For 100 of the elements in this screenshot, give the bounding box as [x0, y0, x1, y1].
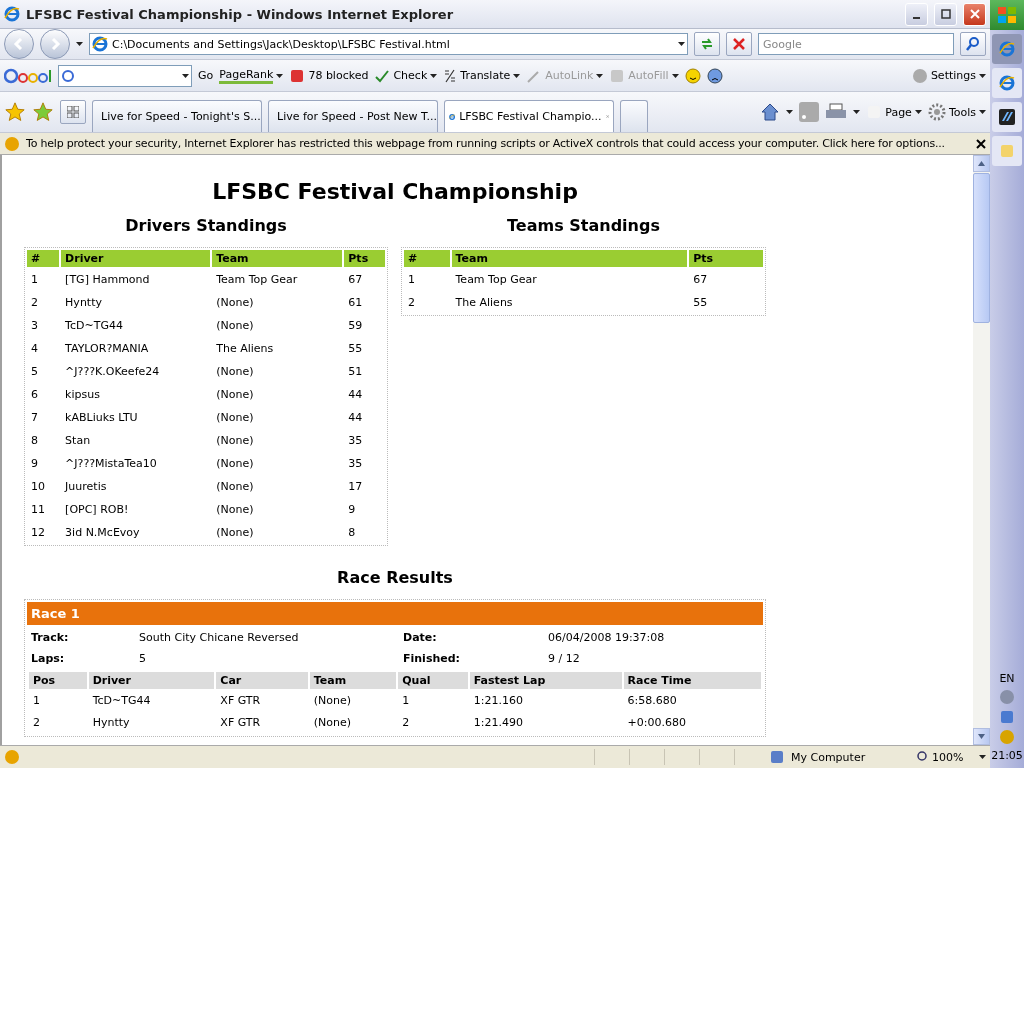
- caret-icon: [513, 73, 521, 78]
- page-title: LFSBC Festival Championship: [212, 179, 578, 204]
- star-icon[interactable]: [4, 101, 26, 123]
- caret-icon: [979, 755, 986, 759]
- toolbar-button[interactable]: 78 blocked: [289, 67, 369, 84]
- caret-icon: [276, 73, 284, 78]
- field-label: Finished:: [403, 652, 461, 665]
- column-header: Team: [212, 250, 343, 267]
- new-tab-button[interactable]: [620, 100, 648, 132]
- tools-menu-button[interactable]: Tools: [927, 103, 986, 121]
- browser-tab[interactable]: LFSBC Festival Champio...: [444, 100, 614, 132]
- table-cell-text: Hyntty: [64, 295, 103, 311]
- caret-icon: [786, 110, 794, 114]
- table-cell-text: +0:00.680: [626, 715, 687, 731]
- settings-button[interactable]: Settings: [911, 67, 986, 84]
- table-cell-text: (None): [215, 525, 255, 541]
- go-button[interactable]: Go: [198, 69, 214, 82]
- table-cell-text: 1:21.160: [472, 693, 524, 709]
- table-cell-text: (None): [215, 479, 255, 495]
- home-icon[interactable]: [760, 102, 781, 122]
- table-cell-text: 8: [30, 433, 39, 449]
- smiley-icon[interactable]: [684, 67, 701, 84]
- back-button[interactable]: [4, 29, 34, 59]
- refresh-icon: [700, 37, 714, 51]
- caret-icon: [76, 42, 83, 46]
- table-cell-text: XF GTR: [219, 715, 262, 731]
- frown-icon[interactable]: [706, 67, 723, 84]
- field-value: 5: [139, 652, 147, 665]
- field-label: Track:: [31, 631, 70, 644]
- minimize-button[interactable]: [905, 2, 928, 26]
- table-cell-text: 35: [347, 433, 364, 449]
- column-header: Pts: [689, 250, 763, 267]
- quick-tabs-button[interactable]: [60, 100, 86, 124]
- column-header: Pos: [29, 672, 87, 689]
- close-icon: [969, 9, 980, 19]
- table-cell-text: 7: [30, 410, 39, 426]
- table-cell-text: 12: [30, 525, 46, 541]
- column-header: Driver: [88, 672, 215, 689]
- toolbar-button[interactable]: Check: [374, 67, 438, 84]
- table-cell-text: 67: [692, 272, 709, 288]
- caret-icon: [914, 110, 922, 114]
- scroll-down-button[interactable]: [973, 728, 990, 745]
- column-header: #: [27, 250, 60, 267]
- table-cell-text: 10: [30, 479, 46, 495]
- maximize-icon: [940, 9, 951, 19]
- table-cell-text: [TG] Hammond: [64, 272, 151, 288]
- browser-tab[interactable]: Live for Speed - Post New T...: [268, 100, 438, 132]
- toolbar-button[interactable]: PageRank: [219, 67, 284, 84]
- ie-icon: [999, 75, 1015, 91]
- section-heading: Drivers Standings: [125, 216, 287, 235]
- magnifier-icon: [917, 751, 929, 763]
- search-button[interactable]: [960, 32, 986, 56]
- table-cell-text: ^J???MistaTea10: [64, 456, 158, 472]
- windows-logo-icon: [997, 6, 1017, 24]
- field-value: South City Chicane Reversed: [139, 631, 300, 644]
- table-cell-text: 44: [347, 387, 364, 403]
- field-value: 9 / 12: [548, 652, 581, 665]
- forward-button[interactable]: [40, 29, 70, 59]
- table-cell-text: 2: [32, 715, 41, 731]
- maximize-button[interactable]: [934, 2, 957, 26]
- table-cell-text: 4: [30, 341, 39, 357]
- star-icon[interactable]: [32, 101, 54, 123]
- taskbar-button[interactable]: [992, 102, 1022, 132]
- table-cell-text: (None): [215, 456, 255, 472]
- table-cell-text: 9: [347, 502, 357, 518]
- ie-icon: [92, 36, 108, 52]
- close-button[interactable]: [963, 2, 986, 26]
- table-cell-text: 67: [347, 272, 364, 288]
- circle-icon: [911, 67, 928, 84]
- toolbar-button[interactable]: Translate: [443, 67, 521, 84]
- address-field[interactable]: C:\Documents and Settings\Jack\Desktop\LFSBC Festival.html: [89, 33, 688, 55]
- page-menu-button[interactable]: Page: [866, 104, 922, 120]
- column-header: Qual: [398, 672, 468, 689]
- table-cell-text: 35: [347, 456, 364, 472]
- table-cell-text: Juuretis: [63, 479, 108, 495]
- table-cell-text: 1: [30, 272, 39, 288]
- refresh-button[interactable]: [694, 32, 720, 56]
- table-cell-text: TcD~TG44: [91, 693, 152, 709]
- table-cell-text: kipsus: [64, 387, 101, 403]
- scrollbar-thumb[interactable]: [973, 173, 990, 323]
- search-field[interactable]: Google: [758, 33, 954, 55]
- caret-icon: [430, 73, 438, 78]
- close-icon[interactable]: [976, 138, 986, 149]
- info-bar-message[interactable]: To help protect your security, Internet Explorer has restricted this webpage from running scripts or ActiveX controls that could access your computer. Click here for options...: [26, 137, 970, 150]
- stop-button[interactable]: [726, 32, 752, 56]
- table-cell-text: Team Top Gear: [454, 272, 538, 288]
- zoom-button[interactable]: 100%: [917, 750, 986, 764]
- table-cell-text: 55: [347, 341, 364, 357]
- section-heading: Teams Standings: [507, 216, 660, 235]
- table-cell-text: 11: [30, 502, 46, 518]
- browser-tab[interactable]: Live for Speed - Tonight's S...: [92, 100, 262, 132]
- scroll-up-button[interactable]: [973, 155, 990, 172]
- start-button[interactable]: [990, 0, 1024, 30]
- table-cell-text: XF GTR: [219, 693, 262, 709]
- language-indicator[interactable]: EN: [999, 672, 1015, 685]
- gear-icon: [927, 103, 946, 121]
- caret-icon: [182, 73, 189, 78]
- table-cell-text: (None): [312, 715, 353, 731]
- translate-icon: [443, 67, 458, 84]
- google-search-field[interactable]: [58, 64, 192, 87]
